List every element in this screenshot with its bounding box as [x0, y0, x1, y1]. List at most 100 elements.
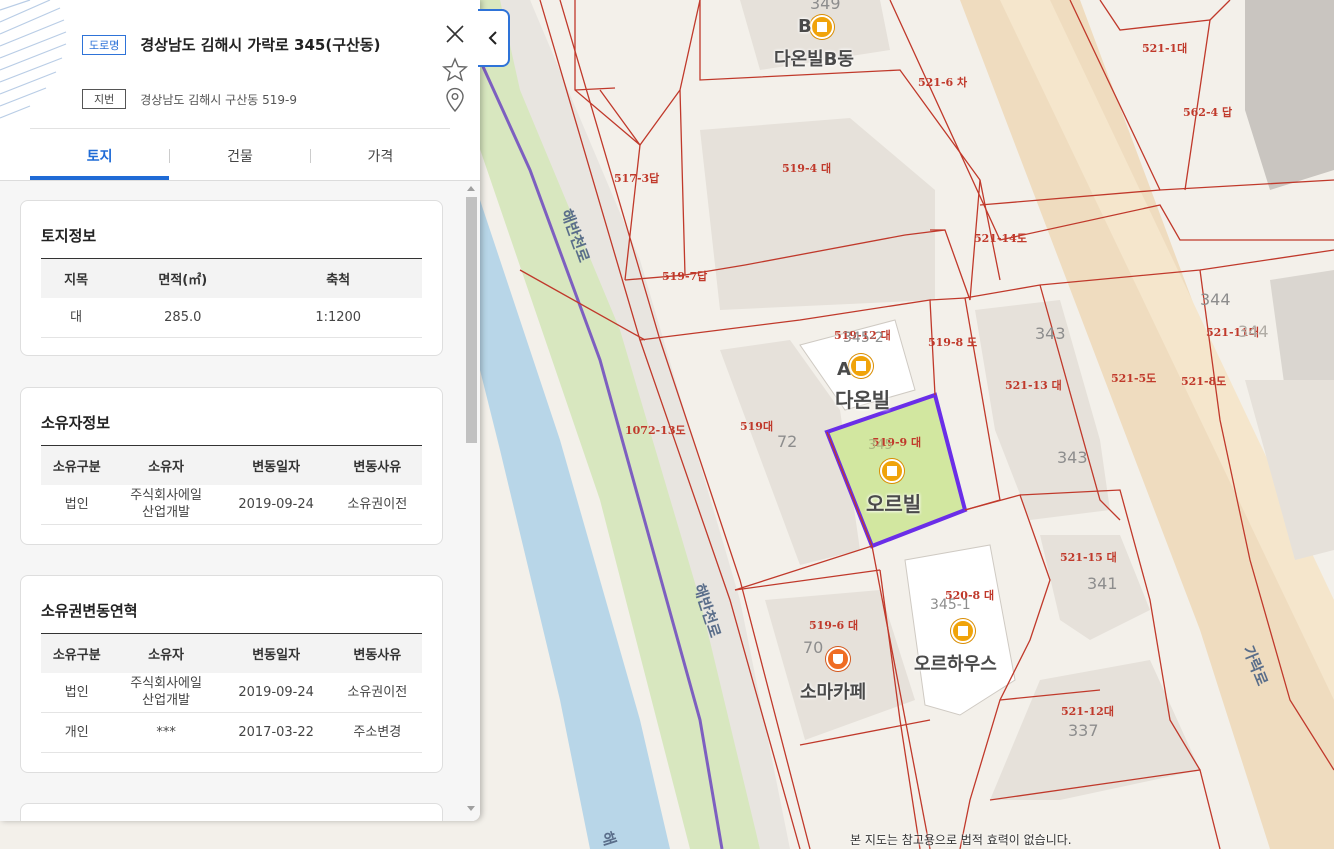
table-header: 면적(㎡) [111, 258, 255, 298]
lot-address-tag: 지번 [82, 89, 127, 109]
scroll-thumb[interactable] [466, 197, 477, 443]
header-divider [30, 128, 450, 129]
building-poi-icon[interactable] [880, 459, 904, 483]
building-number: 344 [1200, 290, 1231, 309]
owner-info-card: 소유자정보 소유구분 소유자 변동일자 변동사유 법인 주식회사에일 산업개발 … [20, 387, 443, 545]
parcel-label: 521-8도 [1181, 375, 1227, 388]
parcel-label: 519-8 도 [928, 336, 978, 349]
table-cell: 소유권이전 [332, 672, 422, 713]
table-header: 변동사유 [332, 633, 422, 673]
owner-info-title: 소유자정보 [41, 414, 111, 432]
table-cell: 주식회사에일 산업개발 [112, 672, 220, 713]
table-cell: 주소변경 [332, 712, 422, 753]
close-icon[interactable] [443, 22, 467, 46]
parcel-label: 521-14도 [974, 232, 1027, 245]
table-cell: *** [112, 712, 220, 753]
land-info-table: 지목 면적(㎡) 축척 대 285.0 1:1200 [41, 258, 422, 338]
table-cell: 법인 [41, 484, 113, 525]
panel-tabs: 토지 건물 가격 [30, 132, 450, 180]
ownership-history-title: 소유권변동연혁 [41, 602, 138, 620]
parcel-label: 521-6 차 [918, 76, 968, 89]
building-number: 337 [1068, 721, 1099, 740]
table-cell: 대 [41, 297, 112, 338]
cafe-poi-icon[interactable] [826, 647, 850, 671]
table-header: 변동사유 [332, 445, 422, 485]
building-number: 344 [1238, 322, 1269, 341]
ownership-history-card: 소유권변동연혁 소유구분 소유자 변동일자 변동사유 법인 주식회사에일 산업개… [20, 575, 443, 773]
building-number: 345-2 [843, 330, 884, 346]
collapse-panel-button[interactable] [478, 9, 510, 67]
panel-scrollbar[interactable] [464, 181, 478, 821]
building-number: 70 [803, 638, 824, 657]
scroll-down-icon[interactable] [467, 806, 475, 811]
table-row: 대 285.0 1:1200 [41, 297, 422, 338]
panel-header: 도로명 경상남도 김해시 가락로 345(구산동) 지번 경상남도 김해시 구산… [0, 0, 480, 128]
lot-address: 경상남도 김해시 구산동 519-9 [140, 92, 297, 107]
table-cell: 2019-09-24 [219, 484, 333, 525]
building-number: 343 [1035, 324, 1066, 343]
scroll-up-icon[interactable] [467, 186, 475, 191]
table-cell: 주식회사에일 산업개발 [112, 484, 220, 525]
building-name[interactable]: 오르빌 [866, 488, 921, 517]
road-address-tag: 도로명 [82, 34, 127, 55]
table-cell: 2017-03-22 [219, 712, 333, 753]
tab-building[interactable]: 건물 [170, 132, 309, 180]
table-row: 개인 *** 2017-03-22 주소변경 [41, 712, 422, 753]
table-header: 소유자 [112, 445, 220, 485]
land-info-title: 토지정보 [41, 227, 97, 245]
table-header: 소유구분 [41, 445, 113, 485]
location-pin-icon[interactable] [444, 87, 466, 113]
building-number: 345 [868, 438, 893, 453]
parcel-label: 519대 [740, 420, 774, 433]
building-number: 345-1 [930, 597, 971, 613]
building-name[interactable]: 다온빌B동 [774, 45, 854, 71]
owner-info-table: 소유구분 소유자 변동일자 변동사유 법인 주식회사에일 산업개발 2019-0… [41, 445, 422, 525]
parcel-label: 519-7답 [662, 270, 708, 283]
parcel-label: 562-4 답 [1183, 106, 1233, 119]
building-number: 341 [1087, 574, 1118, 593]
parcel-label: 519-6 대 [809, 619, 859, 632]
chevron-left-icon [488, 31, 497, 45]
table-cell: 소유권이전 [332, 484, 422, 525]
building-name[interactable]: 오르하우스 [914, 650, 997, 676]
parcel-label: 521-15 대 [1060, 551, 1117, 564]
parcel-label: 519-4 대 [782, 162, 832, 175]
building-letter: B [798, 16, 812, 37]
table-row: 법인 주식회사에일 산업개발 2019-09-24 소유권이전 [41, 484, 422, 525]
parcel-label: 521-5도 [1111, 372, 1157, 385]
parcel-info-panel: 도로명 경상남도 김해시 가락로 345(구산동) 지번 경상남도 김해시 구산… [0, 0, 480, 821]
building-name[interactable]: 소마카페 [800, 678, 866, 704]
building-name[interactable]: 다온빌 [835, 384, 890, 413]
panel-content[interactable]: 토지정보 지목 면적(㎡) 축척 대 285.0 1:1200 소유자정보 소유… [0, 181, 480, 821]
map-disclaimer: 본 지도는 참고용으로 법적 효력이 없습니다. [850, 833, 1072, 847]
building-poi-icon[interactable] [849, 354, 873, 378]
table-header: 변동일자 [219, 445, 333, 485]
tab-land[interactable]: 토지 [30, 132, 170, 180]
parcel-label: 1072-13도 [625, 424, 686, 437]
table-row: 법인 주식회사에일 산업개발 2019-09-24 소유권이전 [41, 672, 422, 713]
road-address-row: 도로명 경상남도 김해시 가락로 345(구산동) [82, 34, 380, 55]
table-cell: 2019-09-24 [219, 672, 333, 713]
table-cell: 개인 [41, 712, 113, 753]
building-number: 349 [810, 0, 841, 13]
star-icon[interactable] [442, 57, 468, 83]
table-header: 축척 [254, 258, 422, 298]
building-number: 72 [777, 432, 798, 451]
building-poi-icon[interactable] [951, 619, 975, 643]
table-header: 소유구분 [41, 633, 113, 673]
table-cell: 1:1200 [254, 297, 422, 338]
parcel-label: 521-13 대 [1005, 379, 1062, 392]
table-cell: 법인 [41, 672, 113, 713]
building-letter: A [837, 359, 851, 380]
table-header: 변동일자 [219, 633, 333, 673]
table-header: 소유자 [112, 633, 220, 673]
next-card [20, 803, 443, 821]
table-header: 지목 [41, 258, 112, 298]
tab-price[interactable]: 가격 [311, 132, 450, 180]
ownership-history-table: 소유구분 소유자 변동일자 변동사유 법인 주식회사에일 산업개발 2019-0… [41, 633, 422, 753]
building-poi-icon[interactable] [810, 15, 834, 39]
road-address: 경상남도 김해시 가락로 345(구산동) [140, 36, 381, 54]
table-cell: 285.0 [111, 297, 255, 338]
parcel-label: 521-1대 [1142, 42, 1188, 55]
building-number: 343 [1057, 448, 1088, 467]
